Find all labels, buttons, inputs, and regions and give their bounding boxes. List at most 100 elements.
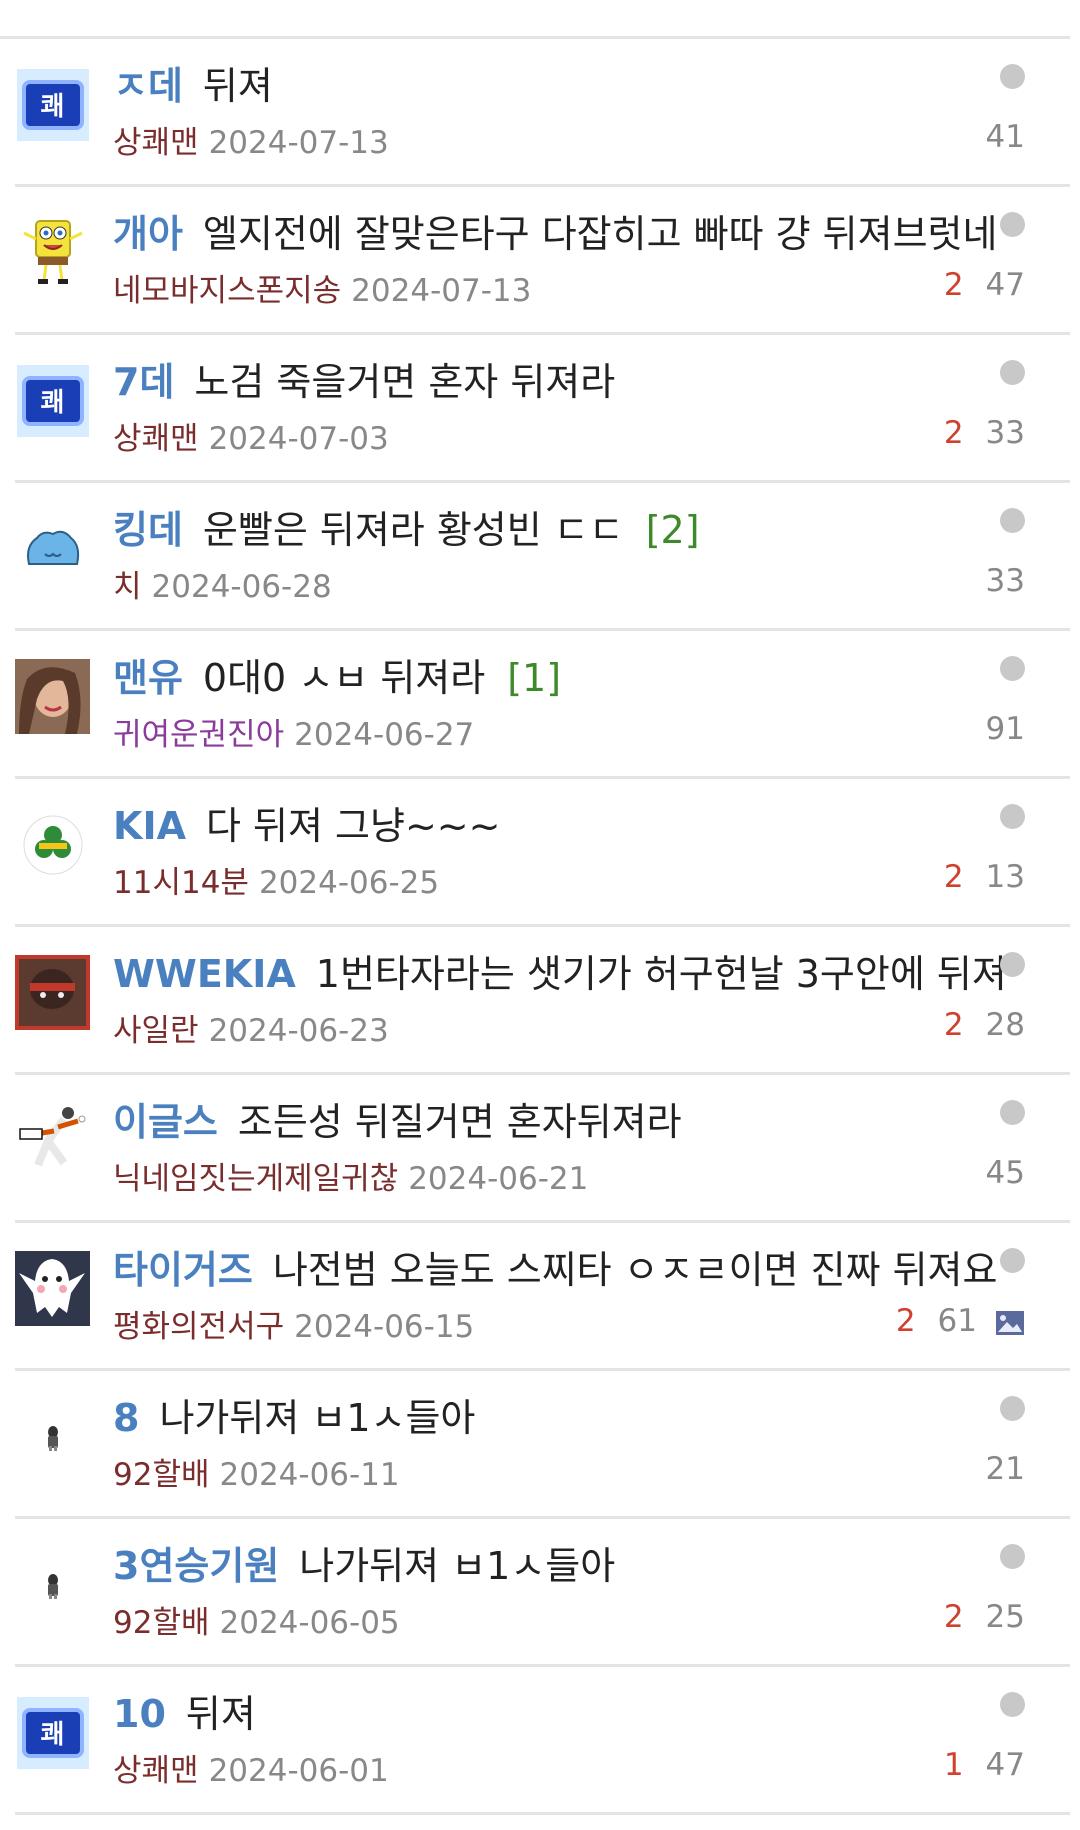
read-status-dot bbox=[1000, 508, 1025, 533]
read-status-dot bbox=[1000, 212, 1025, 237]
post-title[interactable]: 나전범 오늘도 스찌타 ㅇㅈㄹ이면 진짜 뒤져요 bbox=[273, 1248, 998, 1292]
post-row[interactable]: 맨유 0대0 ㅅㅂ 뒤져라 [1] 귀여운권진아 2024-06-27 91 bbox=[15, 631, 1070, 779]
post-date: 2024-06-15 bbox=[294, 1309, 475, 1345]
post-title-line[interactable]: 7데 노검 죽을거면 혼자 뒤져라 bbox=[113, 357, 1020, 407]
image-attachment-icon bbox=[996, 1310, 1024, 1335]
post-title[interactable]: 노검 죽을거면 혼자 뒤져라 bbox=[194, 360, 615, 404]
post-title[interactable]: 나가뒤져 ㅂ1ㅅ들아 bbox=[299, 1544, 615, 1588]
post-date: 2024-07-13 bbox=[351, 273, 532, 309]
post-category: WWEKIA bbox=[113, 952, 296, 996]
post-row[interactable]: 개아 엘지전에 잘맞은타구 다잡히고 빠따 걍 뒤져브럿네네모바지스폰지송 2024… bbox=[15, 187, 1070, 335]
read-status-dot bbox=[1000, 1692, 1025, 1717]
view-count: 41 bbox=[985, 119, 1025, 155]
post-title[interactable]: 다 뒤져 그냥~~~ bbox=[206, 804, 500, 848]
post-row[interactable]: 쾌 ㅈ데 뒤져상쾌맨 2024-07-13 41 bbox=[15, 39, 1070, 187]
post-date: 2024-06-23 bbox=[208, 1013, 389, 1049]
post-date: 2024-06-27 bbox=[294, 717, 475, 753]
author-nickname[interactable]: 치 bbox=[113, 569, 142, 605]
post-row[interactable]: KIA 다 뒤져 그냥~~~ 11시14분 2024-06-25 2 13 bbox=[15, 779, 1070, 927]
post-meta: 상쾌맨 2024-06-01 bbox=[113, 1749, 389, 1793]
post-row[interactable]: 쾌 7데 노검 죽을거면 혼자 뒤져라 상쾌맨 2024-07-03 2 33 bbox=[15, 335, 1070, 483]
post-stats: 2 61 bbox=[896, 1299, 1025, 1343]
post-title-line[interactable]: KIA 다 뒤져 그냥~~~ bbox=[113, 801, 1020, 851]
user-avatar bbox=[15, 1547, 90, 1622]
read-status-dot bbox=[1000, 1396, 1025, 1421]
author-nickname[interactable]: 귀여운권진아 bbox=[113, 717, 284, 753]
post-title-line[interactable]: 3연승기원 나가뒤져 ㅂ1ㅅ들아 bbox=[113, 1541, 1020, 1591]
user-avatar bbox=[15, 215, 90, 290]
post-title[interactable]: 운빨은 뒤져라 황성빈 ㄷㄷ bbox=[203, 508, 624, 552]
user-avatar bbox=[15, 511, 90, 586]
post-meta: 92할배 2024-06-05 bbox=[113, 1601, 400, 1645]
post-title-line[interactable]: 맨유 0대0 ㅅㅂ 뒤져라 [1] bbox=[113, 653, 1020, 703]
post-title[interactable]: 뒤져 bbox=[186, 1692, 256, 1736]
post-meta: 11시14분 2024-06-25 bbox=[113, 861, 439, 905]
post-title-line[interactable]: WWEKIA 1번타자라는 샛기가 허구헌날 3구안에 뒤져 bbox=[113, 949, 1020, 999]
post-meta: 상쾌맨 2024-07-13 bbox=[113, 121, 389, 165]
post-category: 타이거즈 bbox=[113, 1248, 253, 1292]
user-avatar: 쾌 bbox=[15, 67, 90, 142]
view-count: 47 bbox=[985, 267, 1025, 303]
user-avatar: 쾌 bbox=[15, 363, 90, 438]
author-nickname[interactable]: 11시14분 bbox=[113, 865, 249, 901]
recommend-count: 2 bbox=[895, 1303, 916, 1339]
post-title-line[interactable]: 킹데 운빨은 뒤져라 황성빈 ㄷㄷ [2] bbox=[113, 505, 1020, 555]
user-avatar: 쾌 bbox=[15, 1695, 90, 1770]
post-date: 2024-06-11 bbox=[219, 1457, 400, 1493]
author-nickname[interactable]: 상쾌맨 bbox=[113, 125, 199, 161]
author-nickname[interactable]: 상쾌맨 bbox=[113, 1753, 199, 1789]
view-count: 21 bbox=[985, 1451, 1025, 1487]
view-count: 28 bbox=[985, 1007, 1025, 1043]
post-title[interactable]: 1번타자라는 샛기가 허구헌날 3구안에 뒤져 bbox=[316, 952, 1007, 996]
post-stats: 45 bbox=[986, 1151, 1025, 1195]
author-nickname[interactable]: 닉네임짓는게제일귀찮 bbox=[113, 1161, 398, 1197]
user-avatar bbox=[15, 1103, 90, 1178]
post-title[interactable]: 뒤져 bbox=[203, 64, 273, 108]
post-meta: 네모바지스폰지송 2024-07-13 bbox=[113, 269, 531, 313]
post-row[interactable]: 쾌 10 뒤져상쾌맨 2024-06-01 1 47 bbox=[15, 1667, 1070, 1815]
post-title-line[interactable]: 8 나가뒤져 ㅂ1ㅅ들아 bbox=[113, 1393, 1020, 1443]
post-title-line[interactable]: ㅈ데 뒤져 bbox=[113, 61, 1020, 111]
post-row[interactable]: 8 나가뒤져 ㅂ1ㅅ들아 92할배 2024-06-11 21 bbox=[15, 1371, 1070, 1519]
post-row[interactable]: 3연승기원 나가뒤져 ㅂ1ㅅ들아 92할배 2024-06-05 2 25 bbox=[15, 1519, 1070, 1667]
post-category: 10 bbox=[113, 1692, 166, 1736]
post-row[interactable]: 킹데 운빨은 뒤져라 황성빈 ㄷㄷ [2] 치 2024-06-28 33 bbox=[15, 483, 1070, 631]
post-stats: 2 47 bbox=[944, 263, 1025, 307]
post-category: 7데 bbox=[113, 360, 175, 404]
post-title-line[interactable]: 타이거즈 나전범 오늘도 스찌타 ㅇㅈㄹ이면 진짜 뒤져요 bbox=[113, 1245, 1020, 1295]
post-title-line[interactable]: 10 뒤져 bbox=[113, 1689, 1020, 1739]
author-nickname[interactable]: 92할배 bbox=[113, 1457, 210, 1493]
author-nickname[interactable]: 평화의전서구 bbox=[113, 1309, 284, 1345]
post-stats: 33 bbox=[986, 559, 1025, 603]
author-nickname[interactable]: 상쾌맨 bbox=[113, 421, 199, 457]
post-title[interactable]: 엘지전에 잘맞은타구 다잡히고 빠따 걍 뒤져브럿네 bbox=[203, 212, 998, 256]
post-title[interactable]: 조든성 뒤질거면 혼자뒤져라 bbox=[238, 1100, 682, 1144]
post-title-line[interactable]: 개아 엘지전에 잘맞은타구 다잡히고 빠따 걍 뒤져브럿네 bbox=[113, 209, 1020, 259]
user-avatar bbox=[15, 955, 90, 1030]
post-meta: 귀여운권진아 2024-06-27 bbox=[113, 713, 474, 757]
post-row[interactable]: 이글스 조든성 뒤질거면 혼자뒤져라 닉네임짓는게제일귀찮 2024-06-21 45 bbox=[15, 1075, 1070, 1223]
post-stats: 1 47 bbox=[944, 1743, 1025, 1787]
recommend-count: 2 bbox=[943, 1007, 964, 1043]
view-count: 13 bbox=[985, 859, 1025, 895]
post-list-page: 쾌 ㅈ데 뒤져 상쾌맨 2024-07-13 41 개아 엘지전에 잘맞은타구 다잡히고 빠따… bbox=[0, 0, 1080, 1830]
post-title[interactable]: 나가뒤져 ㅂ1ㅅ들아 bbox=[159, 1396, 475, 1440]
read-status-dot bbox=[1000, 1100, 1025, 1125]
author-nickname[interactable]: 사일란 bbox=[113, 1013, 199, 1049]
recommend-count: 1 bbox=[943, 1747, 964, 1783]
post-row[interactable]: WWEKIA 1번타자라는 샛기가 허구헌날 3구안에 뒤져사일란 2024-06-… bbox=[15, 927, 1070, 1075]
post-title-line[interactable]: 이글스 조든성 뒤질거면 혼자뒤져라 bbox=[113, 1097, 1020, 1147]
comment-count: [2] bbox=[645, 508, 700, 552]
post-category: 맨유 bbox=[113, 656, 183, 700]
cuad-logo-icon: 쾌 bbox=[21, 1707, 84, 1758]
author-nickname[interactable]: 92할배 bbox=[113, 1605, 210, 1641]
post-date: 2024-06-28 bbox=[151, 569, 332, 605]
read-status-dot bbox=[1000, 1248, 1025, 1273]
view-count: 91 bbox=[985, 711, 1025, 747]
read-status-dot bbox=[1000, 1544, 1025, 1569]
post-category: 이글스 bbox=[113, 1100, 218, 1144]
post-title[interactable]: 0대0 ㅅㅂ 뒤져라 bbox=[203, 656, 485, 700]
post-stats: 2 33 bbox=[944, 411, 1025, 455]
post-row[interactable]: 타이거즈 나전범 오늘도 스찌타 ㅇㅈㄹ이면 진짜 뒤져요평화의전서구 2024-0… bbox=[15, 1223, 1070, 1371]
author-nickname[interactable]: 네모바지스폰지송 bbox=[113, 273, 341, 309]
